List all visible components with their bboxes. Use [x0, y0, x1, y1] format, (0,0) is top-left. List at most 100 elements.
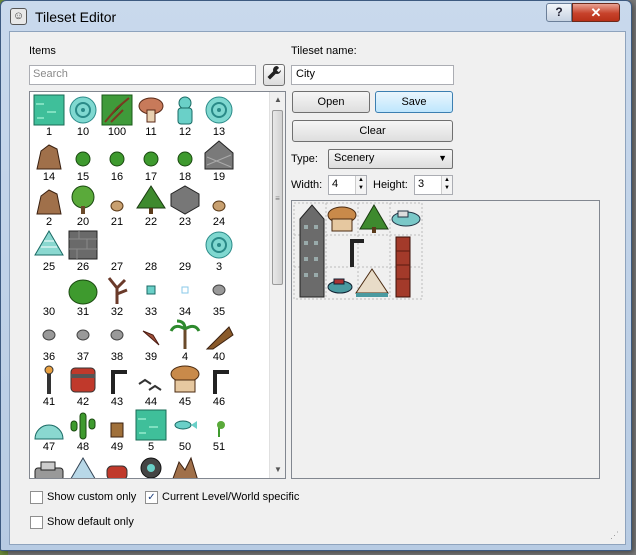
item-tile[interactable]: 29 — [168, 229, 202, 274]
item-tile[interactable] — [168, 454, 202, 478]
item-tile[interactable]: 11 — [134, 94, 168, 139]
item-tile[interactable]: 24 — [202, 184, 236, 229]
current-level-specific-checkbox[interactable]: ✓ — [145, 491, 158, 504]
item-tile-label: 23 — [178, 216, 192, 228]
item-tile[interactable]: 3 — [202, 229, 236, 274]
item-tile[interactable]: 27 — [100, 229, 134, 274]
item-tile[interactable]: 4 — [168, 319, 202, 364]
item-tile[interactable]: 33 — [134, 274, 168, 319]
scroll-up-icon[interactable]: ▲ — [270, 92, 285, 108]
item-tile[interactable]: 25 — [32, 229, 66, 274]
item-tile-label: 39 — [144, 351, 158, 363]
item-tile[interactable]: 31 — [66, 274, 100, 319]
item-tile[interactable]: 17 — [134, 139, 168, 184]
item-tile-label: 19 — [212, 171, 226, 183]
item-tile[interactable]: 41 — [32, 364, 66, 409]
item-tile[interactable]: 32 — [100, 274, 134, 319]
item-tile[interactable]: 38 — [100, 319, 134, 364]
item-tile[interactable]: 2 — [32, 184, 66, 229]
item-tile-label: 48 — [76, 441, 90, 453]
item-tile[interactable]: 46 — [202, 364, 236, 409]
item-tile[interactable]: 39 — [134, 319, 168, 364]
scroll-down-icon[interactable]: ▼ — [270, 462, 285, 478]
small-rock-icon — [101, 184, 133, 216]
item-tile[interactable] — [100, 454, 134, 478]
round-tree-icon — [67, 184, 99, 216]
item-tile[interactable]: 35 — [202, 274, 236, 319]
statue-head-icon — [135, 454, 167, 478]
item-tile[interactable] — [32, 454, 66, 478]
resize-grip-icon[interactable]: ⋰ — [610, 529, 622, 541]
item-tile[interactable]: 13 — [202, 94, 236, 139]
help-button[interactable]: ? — [546, 3, 572, 22]
item-tile[interactable]: 1 — [32, 94, 66, 139]
item-tile[interactable]: 23 — [168, 184, 202, 229]
current-level-specific-label[interactable]: Current Level/World specific — [162, 491, 299, 503]
feather-icon — [135, 319, 167, 351]
height-spinbox[interactable]: 3 ▲ ▼ — [414, 175, 453, 195]
item-tile[interactable]: 45 — [168, 364, 202, 409]
item-tile-label: 11 — [145, 126, 157, 138]
item-tile[interactable]: 49 — [100, 409, 134, 454]
close-button[interactable]: ✕ — [572, 3, 620, 22]
height-spin-arrows-icon[interactable]: ▲ ▼ — [441, 176, 452, 194]
show-custom-only-label[interactable]: Show custom only — [47, 491, 136, 503]
item-tile[interactable]: 43 — [100, 364, 134, 409]
tileset-name-field[interactable]: City — [291, 65, 454, 85]
item-tile[interactable]: 28 — [134, 229, 168, 274]
item-tile-label: 50 — [178, 441, 192, 453]
item-tile[interactable]: 34 — [168, 274, 202, 319]
item-tile[interactable]: 36 — [32, 319, 66, 364]
item-tile[interactable]: 42 — [66, 364, 100, 409]
show-default-only-label[interactable]: Show default only — [47, 516, 134, 528]
item-tile[interactable]: 50 — [168, 409, 202, 454]
width-spinbox[interactable]: 4 ▲ ▼ — [328, 175, 367, 195]
item-tile[interactable]: 30 — [32, 274, 66, 319]
clear-button[interactable]: Clear — [292, 120, 453, 142]
item-tile[interactable]: 40 — [202, 319, 236, 364]
big-bush-icon — [67, 274, 99, 306]
items-list[interactable]: 1 10 100 11 12 13 14 15 16 17 18 19 2 20 21 22 23 24 25 26 2… — [29, 91, 286, 479]
item-tile[interactable] — [134, 454, 168, 478]
item-tile[interactable] — [202, 454, 236, 478]
item-tile-label: 40 — [212, 351, 226, 363]
items-scrollbar[interactable]: ▲ ≡ ▼ — [269, 92, 285, 478]
swirl-portal-icon — [67, 94, 99, 126]
item-tile[interactable]: 18 — [168, 139, 202, 184]
item-tile[interactable]: 16 — [100, 139, 134, 184]
item-tile-label: 36 — [42, 351, 56, 363]
item-tile[interactable]: 5 — [134, 409, 168, 454]
width-spin-arrows-icon[interactable]: ▲ ▼ — [355, 176, 366, 194]
item-tile[interactable]: 47 — [32, 409, 66, 454]
item-tile[interactable]: 21 — [100, 184, 134, 229]
item-tile[interactable]: 20 — [66, 184, 100, 229]
item-tile[interactable]: 22 — [134, 184, 168, 229]
title-bar[interactable]: ☺ Tileset Editor ? ✕ — [1, 1, 631, 31]
item-tile-label: 24 — [212, 216, 226, 228]
item-tile[interactable]: 26 — [66, 229, 100, 274]
item-tile[interactable]: 37 — [66, 319, 100, 364]
item-tile[interactable]: 15 — [66, 139, 100, 184]
search-input[interactable]: Search — [29, 65, 256, 85]
item-tile[interactable]: 51 — [202, 409, 236, 454]
item-tile[interactable]: 44 — [134, 364, 168, 409]
show-default-only-checkbox[interactable] — [30, 516, 43, 529]
pine-tree-icon — [359, 204, 389, 233]
item-tile[interactable]: 100 — [100, 94, 134, 139]
tileset-preview-canvas[interactable] — [291, 200, 600, 479]
open-button[interactable]: Open — [292, 91, 370, 113]
save-button[interactable]: Save — [375, 91, 453, 113]
scroll-thumb[interactable]: ≡ — [272, 110, 283, 285]
item-tile[interactable]: 12 — [168, 94, 202, 139]
items-label: Items — [29, 45, 56, 57]
item-tile[interactable]: 19 — [202, 139, 236, 184]
wrench-icon[interactable] — [263, 64, 285, 86]
checkmark-icon: ✓ — [147, 492, 156, 503]
type-select[interactable]: Scenery ▼ — [328, 149, 453, 169]
item-tile[interactable] — [66, 454, 100, 478]
item-tile[interactable]: 14 — [32, 139, 66, 184]
show-custom-only-checkbox[interactable] — [30, 491, 43, 504]
item-tile[interactable]: 48 — [66, 409, 100, 454]
item-tile[interactable]: 10 — [66, 94, 100, 139]
crate-icon — [101, 409, 133, 441]
